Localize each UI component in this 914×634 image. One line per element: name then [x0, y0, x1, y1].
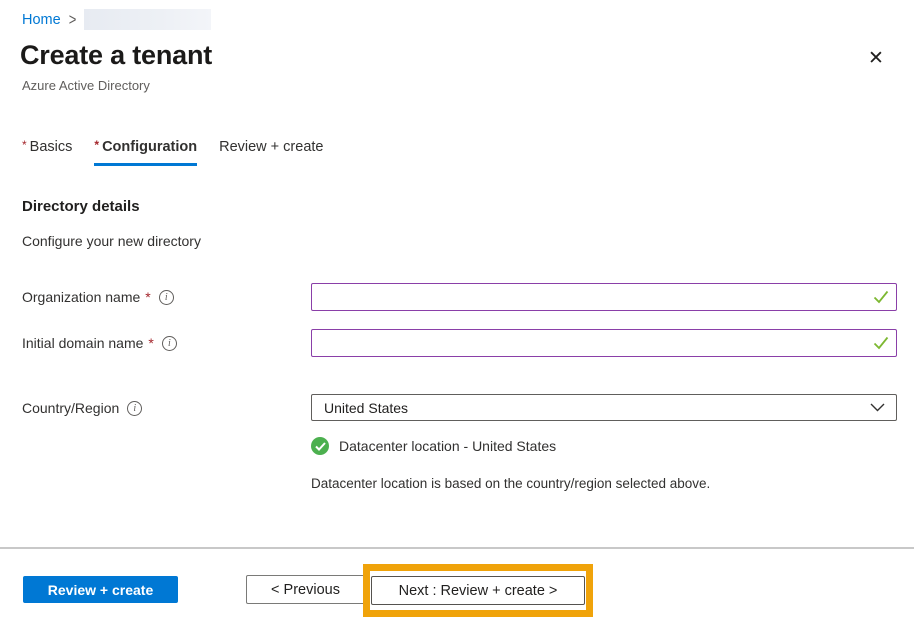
- success-check-icon: [311, 437, 329, 455]
- review-create-button[interactable]: Review + create: [23, 576, 178, 603]
- required-marker: *: [145, 289, 150, 305]
- footer-divider: [0, 547, 914, 549]
- info-icon[interactable]: i: [127, 401, 142, 416]
- create-tenant-page: Home > Create a tenant Azure Active Dire…: [0, 0, 914, 634]
- initial-domain-name-label: Initial domain name * i: [22, 335, 177, 351]
- tab-basics-label: Basics: [30, 139, 73, 155]
- tab-review-create-label: Review + create: [219, 139, 323, 155]
- close-button[interactable]: ✕: [862, 44, 890, 72]
- previous-button[interactable]: < Previous: [246, 575, 365, 604]
- country-region-label: Country/Region i: [22, 400, 142, 416]
- tab-configuration[interactable]: *Configuration: [94, 139, 197, 166]
- next-review-create-button[interactable]: Next : Review + create >: [371, 576, 585, 605]
- section-description: Configure your new directory: [22, 233, 201, 249]
- tab-basics[interactable]: *Basics: [22, 139, 72, 166]
- breadcrumb-home-link[interactable]: Home: [22, 12, 61, 28]
- organization-name-field: [311, 283, 897, 311]
- label-text: Country/Region: [22, 400, 119, 416]
- close-icon: ✕: [868, 47, 884, 70]
- page-title: Create a tenant: [20, 40, 212, 71]
- breadcrumb: Home >: [22, 9, 211, 30]
- tab-configuration-label: Configuration: [102, 139, 197, 155]
- label-text: Organization name: [22, 289, 140, 305]
- datacenter-note: Datacenter location is based on the coun…: [311, 476, 710, 491]
- label-text: Initial domain name: [22, 335, 143, 351]
- datacenter-status-text: Datacenter location - United States: [339, 438, 556, 454]
- next-button-highlight-annotation: Next : Review + create >: [363, 564, 593, 617]
- valid-check-icon: [873, 336, 889, 350]
- required-marker: *: [22, 138, 27, 152]
- country-region-selected-value: United States: [324, 400, 408, 416]
- valid-check-icon: [873, 290, 889, 304]
- breadcrumb-separator-icon: >: [69, 10, 77, 29]
- breadcrumb-redacted-item[interactable]: [84, 9, 211, 30]
- info-icon[interactable]: i: [162, 336, 177, 351]
- tab-bar: *Basics *Configuration Review + create: [22, 139, 323, 166]
- country-region-dropdown[interactable]: United States: [311, 394, 897, 421]
- initial-domain-name-field: [311, 329, 897, 357]
- tab-review-create[interactable]: Review + create: [219, 139, 323, 166]
- required-marker: *: [148, 335, 153, 351]
- page-subtitle: Azure Active Directory: [22, 78, 150, 93]
- required-marker: *: [94, 138, 99, 152]
- chevron-down-icon: [870, 403, 885, 412]
- organization-name-input[interactable]: [311, 283, 897, 311]
- initial-domain-name-input[interactable]: [311, 329, 897, 357]
- organization-name-label: Organization name * i: [22, 289, 174, 305]
- info-icon[interactable]: i: [159, 290, 174, 305]
- datacenter-status: Datacenter location - United States: [311, 437, 556, 455]
- section-heading: Directory details: [22, 198, 140, 215]
